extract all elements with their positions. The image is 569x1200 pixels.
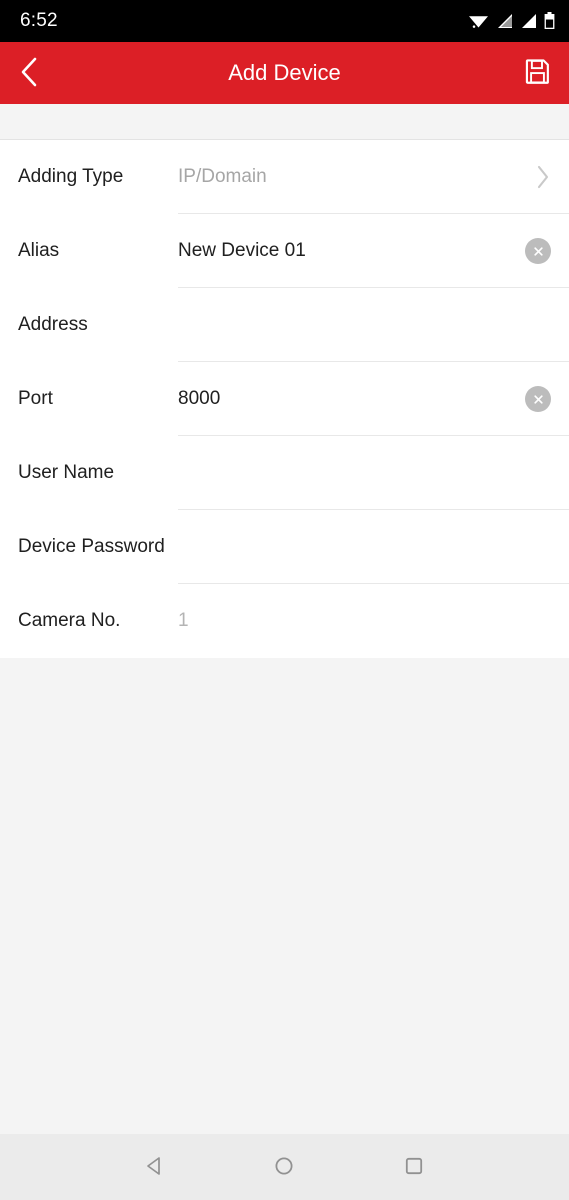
recents-square-icon <box>402 1154 426 1181</box>
clear-port-button[interactable] <box>525 386 551 412</box>
chevron-right-icon[interactable] <box>535 164 551 190</box>
save-button[interactable] <box>511 53 551 93</box>
row-value-area[interactable]: New Device 01 <box>178 214 569 288</box>
nav-recents-button[interactable] <box>386 1139 442 1195</box>
home-circle-icon <box>272 1154 296 1181</box>
row-value-area[interactable] <box>178 288 569 362</box>
row-value-area[interactable] <box>178 510 569 584</box>
row-label: Alias <box>18 240 60 262</box>
row-label: Port <box>18 388 53 410</box>
port-input[interactable]: 8000 <box>178 388 517 410</box>
android-nav-bar <box>0 1134 569 1200</box>
camera-no-input[interactable]: 1 <box>178 610 551 632</box>
status-bar-time: 6:52 <box>20 10 58 31</box>
header-spacer <box>0 104 569 140</box>
row-label: Address <box>18 314 88 336</box>
phone-screen: 6:52 Add Device Adding Type IP/Domain Al… <box>0 0 569 1200</box>
form-row-device-password[interactable]: Device Password <box>0 510 569 584</box>
save-floppy-icon <box>524 58 551 88</box>
form-row-address[interactable]: Address <box>0 288 569 362</box>
row-value-area[interactable]: IP/Domain <box>178 140 569 214</box>
signal-icon <box>496 13 513 29</box>
back-triangle-icon <box>143 1154 167 1181</box>
form-row-adding-type[interactable]: Adding Type IP/Domain <box>0 140 569 214</box>
form-row-camera-no[interactable]: Camera No. 1 <box>0 584 569 658</box>
status-bar-icons <box>468 12 555 30</box>
row-label: User Name <box>18 462 115 484</box>
row-label: Adding Type <box>18 166 124 188</box>
device-form: Adding Type IP/Domain Alias New Device 0… <box>0 140 569 658</box>
app-header: Add Device <box>0 42 569 104</box>
alias-input[interactable]: New Device 01 <box>178 240 517 262</box>
row-value-area[interactable]: 1 <box>178 584 569 658</box>
battery-icon <box>544 12 555 30</box>
page-background <box>0 658 569 1134</box>
nav-home-button[interactable] <box>256 1139 312 1195</box>
row-label: Device Password <box>18 536 165 558</box>
form-row-user-name[interactable]: User Name <box>0 436 569 510</box>
wifi-icon <box>468 13 489 30</box>
form-row-alias[interactable]: Alias New Device 01 <box>0 214 569 288</box>
chevron-left-icon <box>18 56 40 91</box>
signal-icon <box>520 13 537 29</box>
page-title: Add Device <box>228 60 341 85</box>
adding-type-value: IP/Domain <box>178 166 267 187</box>
back-button[interactable] <box>18 53 58 93</box>
row-value-area[interactable] <box>178 436 569 510</box>
clear-alias-button[interactable] <box>525 238 551 264</box>
row-value-area[interactable]: 8000 <box>178 362 569 436</box>
row-label: Camera No. <box>18 610 121 632</box>
status-bar: 6:52 <box>0 0 569 42</box>
form-row-port[interactable]: Port 8000 <box>0 362 569 436</box>
nav-back-button[interactable] <box>127 1139 183 1195</box>
